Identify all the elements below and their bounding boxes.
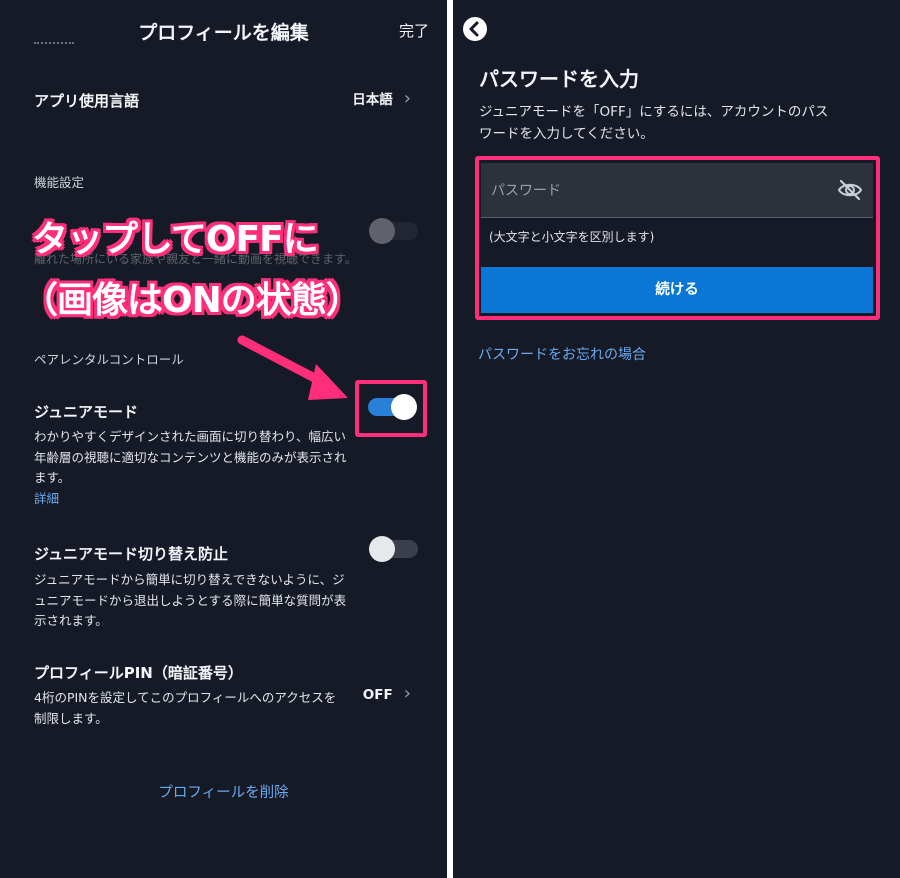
profile-pin-title: プロフィールPIN（暗証番号） — [34, 664, 243, 682]
desc-line: わかりやすくデザインされた画面に切り替わり、幅広い — [34, 429, 347, 444]
desc-line: ュニアモードから退出しようとする際に簡単な質問が表 — [34, 592, 347, 608]
parental-controls-section-header: ペアレンタルコントロール — [34, 352, 184, 367]
chevron-right-icon: › — [403, 88, 411, 109]
junior-lock-title: ジュニアモード切り替え防止 — [34, 545, 228, 563]
desc-line: 制限します。 — [34, 710, 108, 726]
junior-mode-description: わかりやすくデザインされた画面に切り替わり、幅広い 年齢層の視聴に適切なコンテン… — [34, 427, 364, 489]
scrolled-content-hint — [34, 42, 74, 48]
password-screen: パスワードを入力 ジュニアモードを「OFF」にするには、アカウントのパス ワード… — [453, 0, 900, 878]
password-input[interactable]: パスワード — [481, 163, 873, 217]
features-section-header: 機能設定 — [34, 175, 85, 190]
groupwatch-toggle[interactable] — [369, 218, 418, 244]
language-row[interactable]: 日本語 › — [352, 88, 411, 109]
desc-line: ジュニアモードから簡単に切り替えできないように、ジ — [34, 572, 345, 587]
junior-lock-description: ジュニアモードから簡単に切り替えできないように、ジ ュニアモードから退出しようと… — [34, 570, 364, 632]
eye-off-icon[interactable] — [837, 178, 863, 202]
junior-mode-details-link[interactable]: 詳細 — [34, 488, 59, 507]
back-button[interactable] — [463, 17, 487, 41]
forgot-password-link[interactable]: パスワードをお忘れの場合 — [478, 344, 646, 364]
password-placeholder: パスワード — [491, 183, 561, 199]
desc-line: ます。 — [34, 470, 71, 485]
language-value: 日本語 — [352, 92, 393, 108]
desc-line: 4桁のPINを設定してこのプロフィールへのアクセスを — [34, 690, 337, 705]
delete-profile-link[interactable]: プロフィールを削除 — [0, 781, 447, 802]
chevron-right-icon: › — [403, 683, 411, 704]
junior-mode-toggle[interactable] — [368, 394, 417, 420]
desc-line: 示されます。 — [34, 613, 108, 628]
profile-pin-row[interactable]: OFF › — [363, 683, 411, 704]
junior-lock-toggle[interactable] — [369, 536, 418, 562]
arrow-annotation-icon — [237, 335, 348, 400]
password-description: ジュニアモードを「OFF」にするには、アカウントのパス ワードを入力してください… — [479, 101, 879, 145]
case-sensitive-hint: (大文字と小文字を区別します) — [489, 230, 655, 244]
annotation-line-1: タップしてOFFに — [32, 219, 319, 260]
page-title: パスワードを入力 — [479, 67, 639, 91]
page-title: プロフィールを編集 — [138, 22, 309, 44]
junior-mode-title: ジュニアモード — [34, 403, 138, 421]
chevron-left-icon — [469, 21, 479, 37]
annotation-line-2: （画像はONの状態） — [22, 280, 362, 321]
edit-profile-screen: プロフィールを編集 完了 アプリ使用言語 日本語 › 機能設定 離れた場所にいる… — [0, 0, 447, 878]
desc-line: ワードを入力してください。 — [479, 126, 654, 142]
desc-line: ジュニアモードを「OFF」にするには、アカウントのパス — [479, 104, 829, 120]
input-underline — [481, 217, 873, 218]
desc-line: 年齢層の視聴に適切なコンテンツと機能のみが表示され — [34, 449, 347, 465]
continue-button[interactable]: 続ける — [481, 267, 873, 313]
done-button[interactable]: 完了 — [399, 20, 429, 41]
profile-pin-description: 4桁のPINを設定してこのプロフィールへのアクセスを 制限します。 — [34, 688, 364, 729]
profile-pin-value: OFF — [362, 687, 393, 703]
language-label: アプリ使用言語 — [34, 92, 140, 110]
